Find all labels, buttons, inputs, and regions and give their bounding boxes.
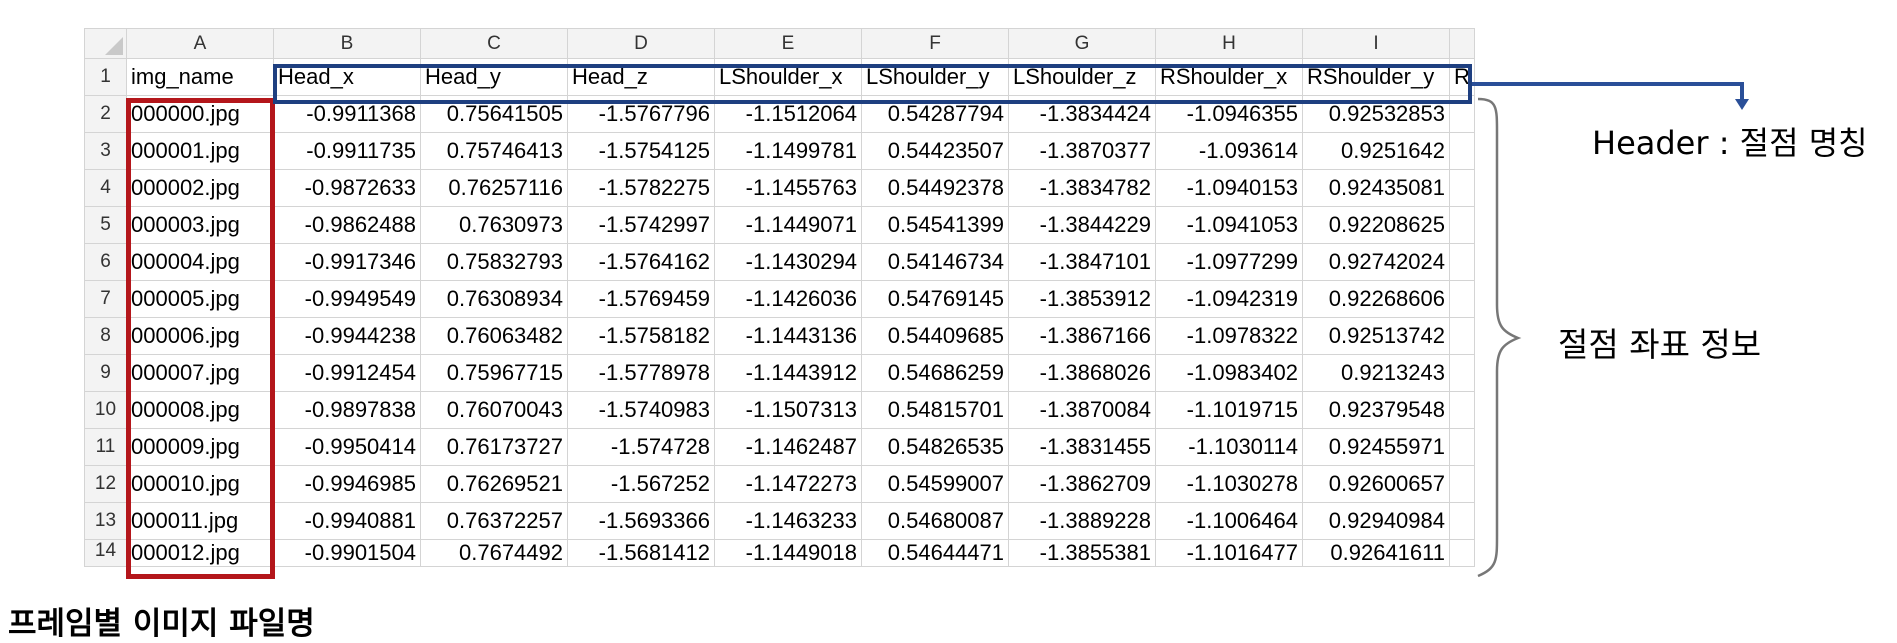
header-annotation-label: Header : 절점 명칭	[1592, 124, 1868, 162]
coordinates-annotation-label: 절점 좌표 정보	[1558, 325, 1762, 364]
filenames-annotation-label: 프레임별 이미지 파일명	[8, 606, 315, 642]
coordinates-brace	[1477, 97, 1522, 578]
header-callout-arrowhead	[1735, 99, 1749, 110]
header-callout-line	[1472, 82, 1744, 100]
